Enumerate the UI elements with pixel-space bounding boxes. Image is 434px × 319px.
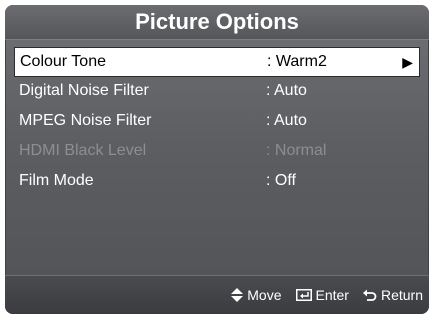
dialog-title: Picture Options (135, 9, 299, 34)
button-hints: Move Enter Return (217, 276, 423, 314)
menu-item-hdmi-black-level: HDMI Black Level : Normal (14, 137, 420, 167)
menu-item-mpeg-noise-filter[interactable]: MPEG Noise Filter : Auto (14, 107, 420, 137)
menu-item-digital-noise-filter[interactable]: Digital Noise Filter : Auto (14, 77, 420, 107)
menu-item-value: : Auto (266, 112, 307, 129)
return-label: Return (380, 287, 423, 303)
right-arrow-icon: ▶ (402, 54, 413, 70)
return-hint: Return (362, 287, 423, 303)
menu-item-value: : Off (266, 172, 296, 189)
title-bar: Picture Options (5, 5, 429, 40)
menu-item-label: HDMI Black Level (19, 142, 147, 159)
menu-item-colour-tone[interactable]: Colour Tone : Warm2 ▶ (14, 47, 420, 77)
button-guide-bar: Move Enter Return (5, 275, 429, 314)
enter-hint: Enter (295, 287, 349, 303)
move-hint: Move (231, 287, 282, 303)
menu-item-label: Digital Noise Filter (19, 82, 149, 99)
move-label: Move (247, 287, 282, 303)
enter-icon (295, 289, 312, 301)
menu-item-value: : Auto (266, 82, 307, 99)
menu-item-label: Colour Tone (20, 53, 106, 70)
menu-item-label: Film Mode (19, 172, 94, 189)
up-down-arrow-icon (231, 288, 244, 302)
menu-item-value: : Warm2 (267, 53, 327, 70)
picture-options-dialog: Picture Options Colour Tone : Warm2 ▶ Di… (5, 5, 429, 314)
options-menu: Colour Tone : Warm2 ▶ Digital Noise Filt… (14, 47, 420, 197)
enter-label: Enter (315, 287, 349, 303)
menu-item-film-mode[interactable]: Film Mode : Off (14, 167, 420, 197)
menu-item-value: : Normal (266, 142, 327, 159)
return-icon (362, 289, 377, 301)
menu-item-label: MPEG Noise Filter (19, 112, 152, 129)
